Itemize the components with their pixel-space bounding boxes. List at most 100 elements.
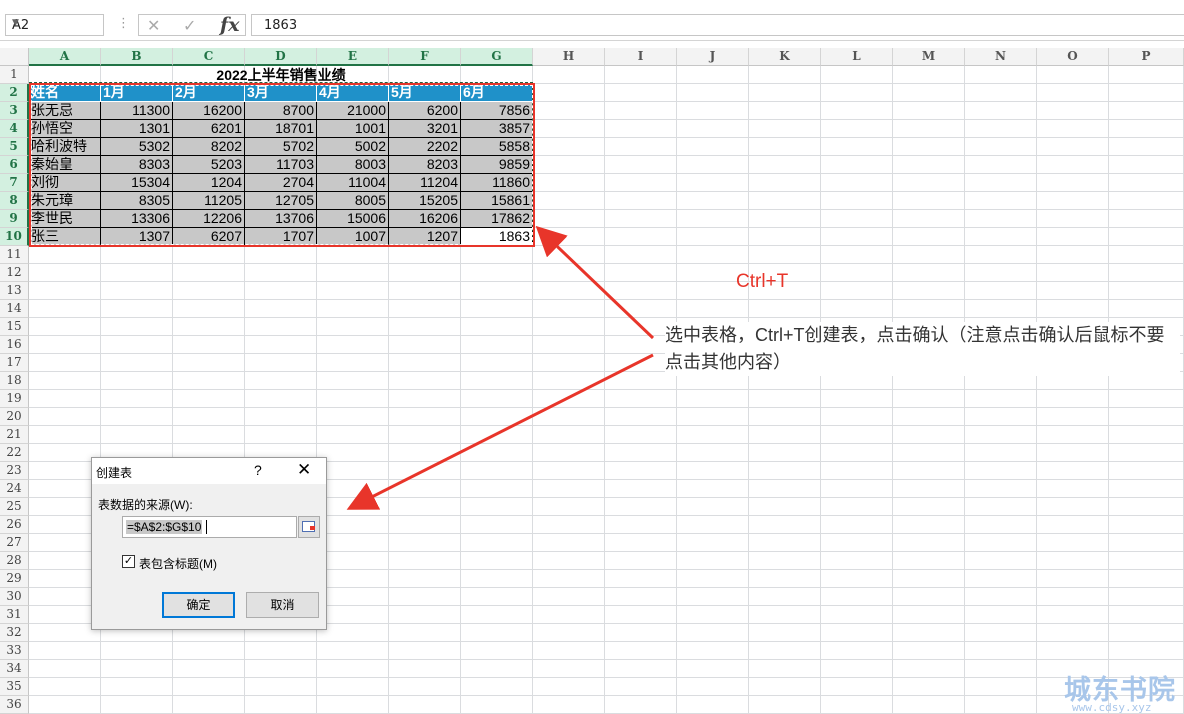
grid-cell[interactable] [677, 696, 749, 714]
grid-cell[interactable] [965, 264, 1037, 282]
name-box[interactable]: A2 ▼ [5, 14, 104, 36]
grid-cell[interactable] [173, 660, 245, 678]
range-picker-button[interactable] [298, 516, 320, 538]
grid-cell[interactable] [317, 336, 389, 354]
grid-cell[interactable] [605, 390, 677, 408]
grid-cell[interactable] [1037, 282, 1109, 300]
grid-cell[interactable] [533, 174, 605, 192]
row-header[interactable]: 12 [0, 264, 29, 282]
grid-cell[interactable] [533, 462, 605, 480]
grid-cell[interactable] [965, 246, 1037, 264]
row-header[interactable]: 5 [0, 138, 29, 156]
table-cell[interactable]: 李世民 [29, 210, 101, 228]
grid-cell[interactable] [749, 138, 821, 156]
grid-cell[interactable] [965, 210, 1037, 228]
grid-cell[interactable] [533, 660, 605, 678]
grid-cell[interactable] [749, 534, 821, 552]
grid-cell[interactable] [965, 174, 1037, 192]
table-cell[interactable]: 2202 [389, 138, 461, 156]
grid-cell[interactable] [677, 588, 749, 606]
grid-cell[interactable] [389, 264, 461, 282]
grid-cell[interactable] [821, 102, 893, 120]
grid-cell[interactable] [965, 444, 1037, 462]
grid-cell[interactable] [749, 660, 821, 678]
row-header[interactable]: 4 [0, 120, 29, 138]
grid-cell[interactable] [317, 408, 389, 426]
table-cell[interactable]: 13706 [245, 210, 317, 228]
grid-cell[interactable] [821, 516, 893, 534]
grid-cell[interactable] [533, 102, 605, 120]
table-cell[interactable]: 1301 [101, 120, 173, 138]
grid-cell[interactable] [101, 390, 173, 408]
grid-cell[interactable] [821, 534, 893, 552]
grid-cell[interactable] [1109, 444, 1184, 462]
grid-cell[interactable] [677, 426, 749, 444]
grid-cell[interactable] [749, 570, 821, 588]
grid-cell[interactable] [749, 516, 821, 534]
column-header[interactable]: H [533, 48, 605, 66]
table-cell[interactable]: 张三 [29, 228, 101, 246]
grid-cell[interactable] [245, 318, 317, 336]
grid-cell[interactable] [893, 660, 965, 678]
grid-cell[interactable] [533, 390, 605, 408]
table-cell[interactable]: 1007 [317, 228, 389, 246]
grid-cell[interactable] [317, 642, 389, 660]
grid-cell[interactable] [605, 408, 677, 426]
grid-cell[interactable] [533, 264, 605, 282]
grid-cell[interactable] [29, 390, 101, 408]
grid-cell[interactable] [533, 624, 605, 642]
row-header[interactable]: 18 [0, 372, 29, 390]
grid-cell[interactable] [965, 390, 1037, 408]
table-cell[interactable]: 18701 [245, 120, 317, 138]
table-header-cell[interactable]: 5月 [389, 84, 461, 102]
grid-cell[interactable] [677, 84, 749, 102]
source-range-input[interactable]: =$A$2:$G$10 [122, 516, 297, 538]
grid-cell[interactable] [317, 354, 389, 372]
table-cell[interactable]: 5203 [173, 156, 245, 174]
grid-cell[interactable] [173, 318, 245, 336]
grid-cell[interactable] [821, 282, 893, 300]
grid-cell[interactable] [821, 264, 893, 282]
grid-cell[interactable] [461, 624, 533, 642]
grid-cell[interactable] [677, 480, 749, 498]
grid-cell[interactable] [29, 282, 101, 300]
table-cell[interactable]: 5702 [245, 138, 317, 156]
insert-function-icon[interactable]: fx [220, 14, 240, 36]
grid-cell[interactable] [821, 246, 893, 264]
grid-cell[interactable] [821, 498, 893, 516]
row-header[interactable]: 14 [0, 300, 29, 318]
grid-cell[interactable] [1109, 264, 1184, 282]
grid-cell[interactable] [389, 678, 461, 696]
grid-cell[interactable] [821, 426, 893, 444]
row-header[interactable]: 24 [0, 480, 29, 498]
grid-cell[interactable] [101, 372, 173, 390]
grid-cell[interactable] [389, 642, 461, 660]
grid-cell[interactable] [893, 408, 965, 426]
column-header[interactable]: O [1037, 48, 1109, 66]
grid-cell[interactable] [245, 696, 317, 714]
grid-cell[interactable] [533, 228, 605, 246]
grid-cell[interactable] [965, 462, 1037, 480]
grid-cell[interactable] [389, 372, 461, 390]
grid-cell[interactable] [965, 282, 1037, 300]
grid-cell[interactable] [533, 588, 605, 606]
grid-cell[interactable] [1037, 480, 1109, 498]
grid-cell[interactable] [605, 606, 677, 624]
table-cell[interactable]: 3857 [461, 120, 533, 138]
row-header[interactable]: 29 [0, 570, 29, 588]
grid-cell[interactable] [1037, 462, 1109, 480]
grid-cell[interactable] [605, 624, 677, 642]
table-header-cell[interactable]: 6月 [461, 84, 533, 102]
grid-cell[interactable] [245, 642, 317, 660]
grid-cell[interactable] [1037, 174, 1109, 192]
grid-cell[interactable] [677, 192, 749, 210]
grid-cell[interactable] [389, 408, 461, 426]
grid-cell[interactable] [965, 516, 1037, 534]
grid-cell[interactable] [533, 354, 605, 372]
table-cell[interactable]: 3201 [389, 120, 461, 138]
table-cell[interactable]: 11205 [173, 192, 245, 210]
grid-cell[interactable] [29, 318, 101, 336]
grid-cell[interactable] [317, 318, 389, 336]
formula-input[interactable]: 1863 [251, 14, 1184, 36]
grid-cell[interactable] [101, 354, 173, 372]
